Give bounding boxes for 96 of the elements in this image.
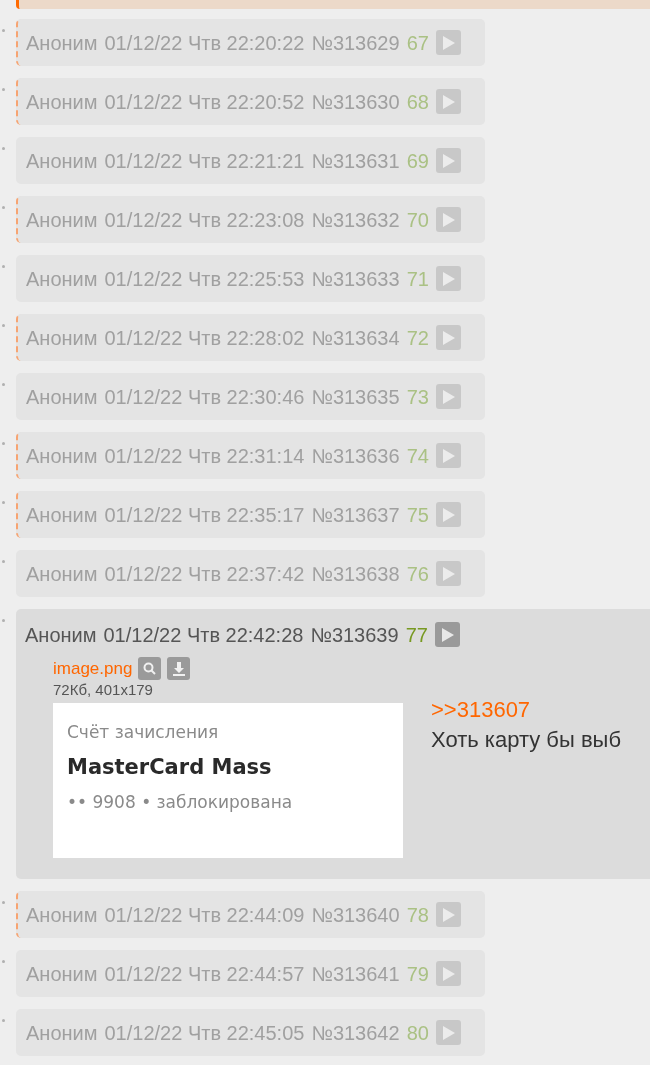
play-icon <box>441 448 455 463</box>
play-icon <box>441 94 455 109</box>
play-button[interactable] <box>435 89 461 114</box>
play-button[interactable] <box>435 1020 461 1045</box>
play-button[interactable] <box>435 30 461 55</box>
post-date: 01/12/22 Чтв 22:30:46 <box>104 386 305 407</box>
post-date: 01/12/22 Чтв 22:25:53 <box>104 268 305 289</box>
play-icon <box>441 35 455 50</box>
play-button[interactable] <box>435 561 461 586</box>
play-icon <box>441 566 455 581</box>
preview-text: MasterCard Mass <box>67 754 273 781</box>
author-name: Аноним <box>26 504 98 525</box>
author-name: Аноним <box>26 32 98 53</box>
author-name: Аноним <box>26 150 98 171</box>
file-info: 72Кб, 401x179 <box>53 682 154 697</box>
post-date: 01/12/22 Чтв 22:44:09 <box>104 904 305 925</box>
post-number-link[interactable]: №313629 <box>311 32 400 53</box>
play-icon <box>441 966 455 981</box>
play-icon <box>441 212 455 227</box>
post-date: 01/12/22 Чтв 22:45:05 <box>104 1022 305 1043</box>
play-button[interactable] <box>435 443 461 468</box>
post-counter: 80 <box>406 1022 429 1043</box>
author-name: Аноним <box>26 445 98 466</box>
play-icon <box>441 153 455 168</box>
post-date: 01/12/22 Чтв 22:20:52 <box>104 91 305 112</box>
play-button[interactable] <box>434 622 460 647</box>
post-counter: 68 <box>406 91 429 112</box>
post-counter: 75 <box>406 504 429 525</box>
post-counter: 77 <box>405 624 428 645</box>
post-text: Хоть карту бы выб <box>431 726 621 754</box>
post-date: 01/12/22 Чтв 22:37:42 <box>104 563 305 584</box>
author-name: Аноним <box>25 624 97 645</box>
play-button[interactable] <box>435 961 461 986</box>
post-date: 01/12/22 Чтв 22:23:08 <box>104 209 305 230</box>
author-name: Аноним <box>26 209 98 230</box>
post-counter: 69 <box>406 150 429 171</box>
download-button[interactable] <box>167 657 191 680</box>
post-date: 01/12/22 Чтв 22:21:21 <box>104 150 305 171</box>
post-number-link[interactable]: №313635 <box>311 386 400 407</box>
post-number-link[interactable]: №313642 <box>311 1022 400 1043</box>
post-date: 01/12/22 Чтв 22:20:22 <box>104 32 305 53</box>
play-icon <box>441 907 455 922</box>
author-name: Аноним <box>26 268 98 289</box>
post-counter: 73 <box>406 386 429 407</box>
play-button[interactable] <box>435 266 461 291</box>
post-number-link[interactable]: №313630 <box>311 91 400 112</box>
author-name: Аноним <box>26 563 98 584</box>
post-counter: 71 <box>406 268 429 289</box>
post-number-link[interactable]: №313631 <box>311 150 400 171</box>
post-number-link[interactable]: №313639 <box>310 624 399 645</box>
post-number-link[interactable]: №313637 <box>311 504 400 525</box>
post-date: 01/12/22 Чтв 22:35:17 <box>104 504 305 525</box>
post-date: 01/12/22 Чтв 22:44:57 <box>104 963 305 984</box>
play-icon <box>441 330 455 345</box>
play-button[interactable] <box>435 384 461 409</box>
post-counter: 78 <box>406 904 429 925</box>
author-name: Аноним <box>26 904 98 925</box>
post-date: 01/12/22 Чтв 22:28:02 <box>104 327 305 348</box>
post-number-link[interactable]: №313634 <box>311 327 400 348</box>
post-number-link[interactable]: №313636 <box>311 445 400 466</box>
play-icon <box>441 389 455 404</box>
author-name: Аноним <box>26 327 98 348</box>
reply-link[interactable]: >>313607 <box>431 695 621 725</box>
play-button[interactable] <box>435 325 461 350</box>
post-number-link[interactable]: №313640 <box>311 904 400 925</box>
play-icon <box>441 1025 455 1040</box>
post-counter: 76 <box>406 563 429 584</box>
play-button[interactable] <box>435 148 461 173</box>
post-counter: 74 <box>406 445 429 466</box>
play-button[interactable] <box>435 207 461 232</box>
search-button[interactable] <box>138 657 162 680</box>
post-number-link[interactable]: №313633 <box>311 268 400 289</box>
preview-text: Счёт зачисления <box>67 721 220 744</box>
play-icon <box>441 507 455 522</box>
author-name: Аноним <box>26 91 98 112</box>
author-name: Аноним <box>26 1022 98 1043</box>
author-name: Аноним <box>26 386 98 407</box>
image-preview[interactable]: Счёт зачисления MasterCard Mass •• 9908 • заблокирована <box>53 703 403 858</box>
post-counter: 79 <box>406 963 429 984</box>
post-counter: 67 <box>406 32 429 53</box>
download-icon <box>171 661 186 676</box>
post-number-link[interactable]: №313638 <box>311 563 400 584</box>
post-number-link[interactable]: №313632 <box>311 209 400 230</box>
author-name: Аноним <box>26 963 98 984</box>
search-icon <box>143 662 157 675</box>
file-link[interactable]: image.png <box>53 660 133 677</box>
play-icon <box>441 271 455 286</box>
play-button[interactable] <box>435 902 461 927</box>
post-number-link[interactable]: №313641 <box>311 963 400 984</box>
post-counter: 72 <box>406 327 429 348</box>
play-button[interactable] <box>435 502 461 527</box>
post-date: 01/12/22 Чтв 22:42:28 <box>103 624 304 645</box>
preview-text: •• 9908 • заблокирована <box>67 791 294 814</box>
post-date: 01/12/22 Чтв 22:31:14 <box>104 445 305 466</box>
play-icon <box>440 627 454 642</box>
post-counter: 70 <box>406 209 429 230</box>
